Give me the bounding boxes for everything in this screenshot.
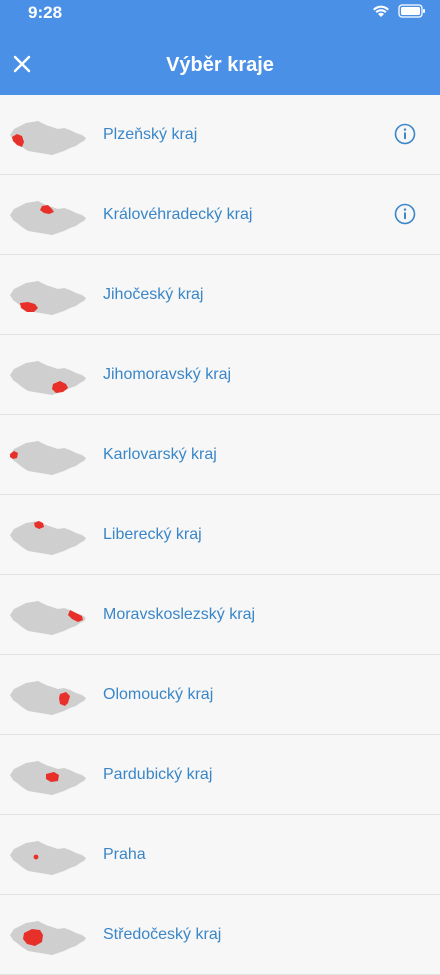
region-list: Plzeňský kraj Královéhradecký kraj Jihočes… [0,95,440,975]
region-list-item[interactable]: Jihočeský kraj [0,255,440,335]
region-list-item[interactable]: Liberecký kraj [0,495,440,575]
region-label: Liberecký kraj [103,526,202,543]
page-title: Výběr kraje [166,54,274,76]
wifi-icon [373,5,389,17]
status-icons [372,4,426,18]
region-label: Královéhradecký kraj [103,206,253,223]
region-map-icon [10,761,86,795]
info-icon[interactable] [394,203,416,225]
region-label: Karlovarský kraj [103,446,217,463]
region-list-item[interactable]: Jihomoravský kraj [0,335,440,415]
region-list-item[interactable]: Olomoucký kraj [0,655,440,735]
region-label: Jihočeský kraj [103,286,204,303]
region-map-icon [10,601,86,635]
region-map-icon [10,921,86,955]
region-label: Moravskoslezský kraj [103,606,256,623]
region-list-item[interactable]: Královéhradecký kraj [0,175,440,255]
region-map-icon [10,201,86,235]
region-map-icon [10,681,86,715]
region-label: Olomoucký kraj [103,686,214,703]
app-header: 9:28 Výběr kraje [0,0,440,95]
region-map-icon [10,521,86,555]
region-list-item[interactable]: Praha [0,815,440,895]
region-list-item[interactable]: Karlovarský kraj [0,415,440,495]
region-label: Pardubický kraj [103,766,213,783]
region-label: Středočeský kraj [103,926,222,943]
region-list-item[interactable]: Pardubický kraj [0,735,440,815]
region-map-icon [10,441,86,475]
region-list-item[interactable]: Středočeský kraj [0,895,440,975]
region-label: Plzeňský kraj [103,126,198,143]
info-icon[interactable] [394,123,416,145]
status-time: 9:28 [28,3,63,22]
region-list-item[interactable]: Plzeňský kraj [0,95,440,175]
battery-icon [398,4,425,18]
region-map-icon [10,841,86,875]
region-map-icon [10,361,86,395]
region-map-icon [10,121,86,155]
region-list-item[interactable]: Moravskoslezský kraj [0,575,440,655]
region-map-icon [10,281,86,315]
region-label: Jihomoravský kraj [103,366,232,383]
region-label: Praha [103,846,146,863]
